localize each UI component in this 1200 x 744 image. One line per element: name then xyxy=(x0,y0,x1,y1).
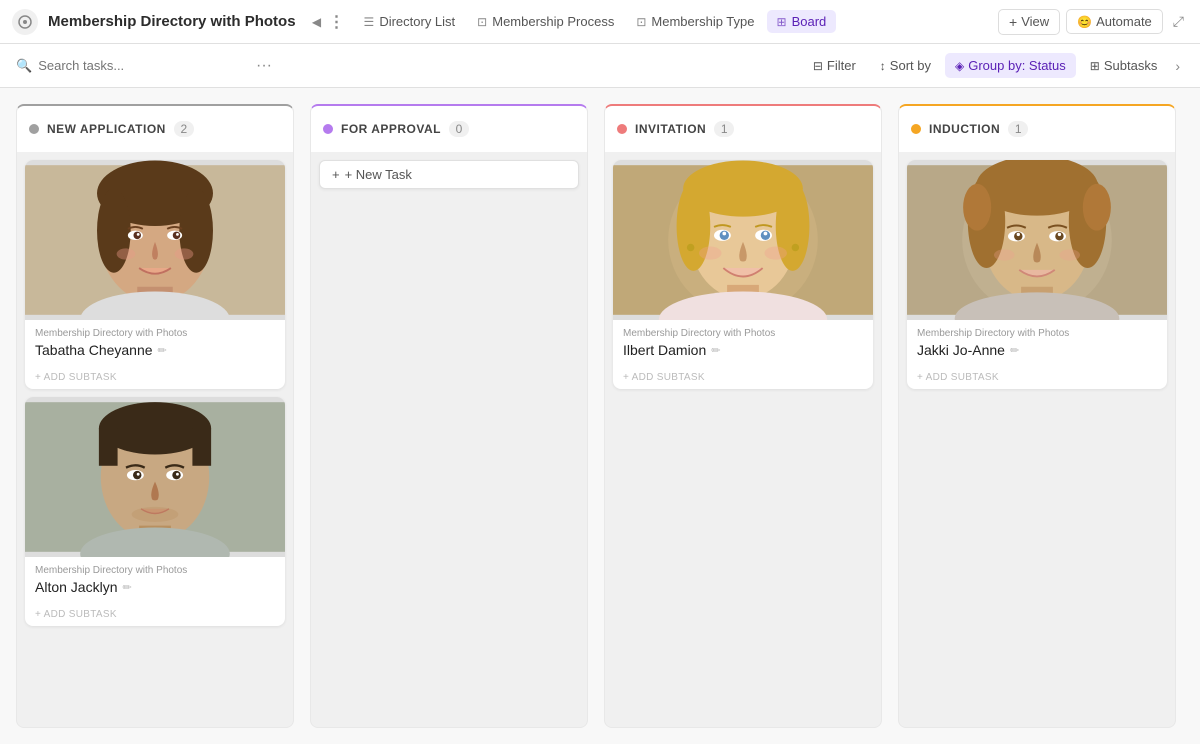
edit-icon-alton[interactable]: ✏ xyxy=(122,581,131,594)
card-jakki[interactable]: Membership Directory with Photos Jakki J… xyxy=(907,160,1167,389)
subtasks-icon: ⊞ xyxy=(1090,59,1100,73)
sort-icon: ↕ xyxy=(880,59,886,73)
edit-icon-jakki[interactable]: ✏ xyxy=(1010,344,1019,357)
membership-type-icon: ⊡ xyxy=(636,15,646,29)
column-new-application: NEW APPLICATION 2 xyxy=(16,104,294,728)
column-body-invitation: Membership Directory with Photos Ilbert … xyxy=(604,152,882,728)
search-input[interactable] xyxy=(38,58,246,73)
board-icon: ⊞ xyxy=(777,15,787,29)
add-subtask-ilbert[interactable]: + ADD SUBTASK xyxy=(613,366,873,389)
column-body-new: Membership Directory with Photos Tabatha… xyxy=(16,152,294,728)
card-name-tabatha: Tabatha Cheyanne xyxy=(35,342,153,358)
column-for-approval: FOR APPROVAL 0 + + New Task xyxy=(310,104,588,728)
column-count-approval: 0 xyxy=(449,121,469,137)
view-button[interactable]: + View xyxy=(998,9,1060,35)
board: NEW APPLICATION 2 xyxy=(0,88,1200,744)
column-title-new: NEW APPLICATION xyxy=(47,122,166,136)
nav-back-icon[interactable]: ◀ xyxy=(308,13,326,31)
card-name-ilbert: Ilbert Damion xyxy=(623,342,706,358)
card-content-tabatha: Membership Directory with Photos Tabatha… xyxy=(25,320,285,366)
column-count-new: 2 xyxy=(174,121,194,137)
more-options-button[interactable]: ··· xyxy=(252,54,276,78)
card-content-ilbert: Membership Directory with Photos Ilbert … xyxy=(613,320,873,366)
page-title: Membership Directory with Photos xyxy=(48,13,296,30)
card-content-alton: Membership Directory with Photos Alton J… xyxy=(25,557,285,603)
add-subtask-jakki[interactable]: + ADD SUBTASK xyxy=(907,366,1167,389)
card-project-ilbert: Membership Directory with Photos xyxy=(623,328,863,339)
nav-tabs: ☰ Directory List ⊡ Membership Process ⊡ … xyxy=(354,10,995,33)
card-photo-jakki xyxy=(907,160,1167,320)
automate-icon: 😊 xyxy=(1077,15,1092,29)
plus-icon: + xyxy=(1009,14,1017,30)
tab-membership-type[interactable]: ⊡ Membership Type xyxy=(626,10,764,33)
search-icon: 🔍 xyxy=(16,58,32,74)
search-area: 🔍 ··· xyxy=(16,54,276,78)
add-subtask-alton[interactable]: + ADD SUBTASK xyxy=(25,603,285,626)
toolbar-actions: ⊟ Filter ↕ Sort by ◈ Group by: Status ⊞ … xyxy=(803,53,1184,78)
column-indicator-induction xyxy=(911,124,921,134)
card-photo-ilbert xyxy=(613,160,873,320)
column-body-approval: + + New Task xyxy=(310,152,588,728)
column-count-induction: 1 xyxy=(1008,121,1028,137)
card-photo-alton xyxy=(25,397,285,557)
card-name-jakki: Jakki Jo-Anne xyxy=(917,342,1005,358)
toolbar: 🔍 ··· ⊟ Filter ↕ Sort by ◈ Group by: Sta… xyxy=(0,44,1200,88)
column-count-invitation: 1 xyxy=(714,121,734,137)
card-project-alton: Membership Directory with Photos xyxy=(35,565,275,576)
expand-icon[interactable]: ⤢ xyxy=(1169,9,1188,34)
filter-icon: ⊟ xyxy=(813,59,823,73)
group-icon: ◈ xyxy=(955,59,964,73)
column-induction: INDUCTION 1 xyxy=(898,104,1176,728)
column-title-approval: FOR APPROVAL xyxy=(341,122,441,136)
column-body-induction: Membership Directory with Photos Jakki J… xyxy=(898,152,1176,728)
subtasks-button[interactable]: ⊞ Subtasks xyxy=(1080,53,1168,78)
card-name-row-tabatha: Tabatha Cheyanne ✏ xyxy=(35,342,275,358)
card-name-alton: Alton Jacklyn xyxy=(35,579,117,595)
column-title-induction: INDUCTION xyxy=(929,122,1000,136)
card-photo-tabatha xyxy=(25,160,285,320)
card-ilbert[interactable]: Membership Directory with Photos Ilbert … xyxy=(613,160,873,389)
tab-membership-process[interactable]: ⊡ Membership Process xyxy=(467,10,624,33)
card-name-row-ilbert: Ilbert Damion ✏ xyxy=(623,342,863,358)
card-name-row-alton: Alton Jacklyn ✏ xyxy=(35,579,275,595)
app-logo xyxy=(12,9,38,35)
card-tabatha[interactable]: Membership Directory with Photos Tabatha… xyxy=(25,160,285,389)
column-indicator-new xyxy=(29,124,39,134)
card-name-row-jakki: Jakki Jo-Anne ✏ xyxy=(917,342,1157,358)
membership-process-icon: ⊡ xyxy=(477,15,487,29)
tab-board[interactable]: ⊞ Board xyxy=(767,10,837,33)
column-title-invitation: INVITATION xyxy=(635,122,706,136)
column-indicator-invitation xyxy=(617,124,627,134)
card-project-tabatha: Membership Directory with Photos xyxy=(35,328,275,339)
nav-dots-icon[interactable]: ⋮ xyxy=(328,13,346,31)
add-subtask-tabatha[interactable]: + ADD SUBTASK xyxy=(25,366,285,389)
directory-list-icon: ☰ xyxy=(364,15,375,29)
new-task-button[interactable]: + + New Task xyxy=(319,160,579,189)
filter-button[interactable]: ⊟ Filter xyxy=(803,53,866,78)
header-actions: + View 😊 Automate ⤢ xyxy=(998,9,1188,35)
tab-directory-list[interactable]: ☰ Directory List xyxy=(354,10,466,33)
edit-icon-ilbert[interactable]: ✏ xyxy=(711,344,720,357)
plus-icon: + xyxy=(332,167,340,182)
column-indicator-approval xyxy=(323,124,333,134)
automate-button[interactable]: 😊 Automate xyxy=(1066,9,1163,34)
column-invitation: INVITATION 1 xyxy=(604,104,882,728)
group-by-button[interactable]: ◈ Group by: Status xyxy=(945,53,1076,78)
edit-icon-tabatha[interactable]: ✏ xyxy=(158,344,167,357)
header: Membership Directory with Photos ◀ ⋮ ☰ D… xyxy=(0,0,1200,44)
collapse-icon[interactable]: › xyxy=(1171,54,1184,78)
card-project-jakki: Membership Directory with Photos xyxy=(917,328,1157,339)
card-content-jakki: Membership Directory with Photos Jakki J… xyxy=(907,320,1167,366)
sort-by-button[interactable]: ↕ Sort by xyxy=(870,53,941,78)
card-alton[interactable]: Membership Directory with Photos Alton J… xyxy=(25,397,285,626)
